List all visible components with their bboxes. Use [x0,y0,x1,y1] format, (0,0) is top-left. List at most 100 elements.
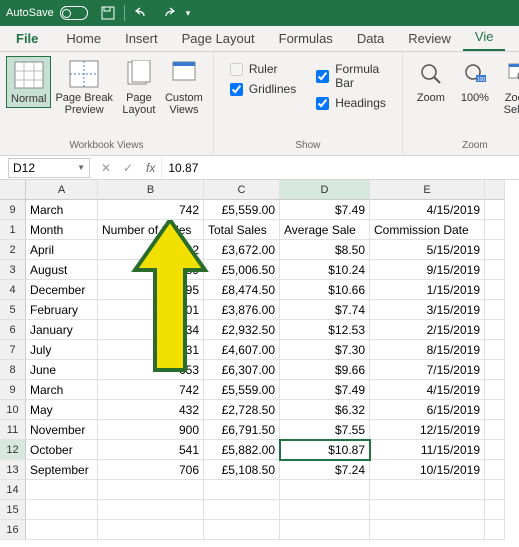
cell[interactable]: March [26,380,98,400]
cell[interactable]: £8,474.50 [204,280,280,300]
col-head-F[interactable] [485,180,505,200]
cell[interactable] [485,460,505,480]
row-head[interactable]: 7 [0,340,26,360]
formula-bar-checkbox[interactable]: Formula Bar [316,62,386,90]
cell[interactable]: February [26,300,98,320]
row-head[interactable]: 6 [0,320,26,340]
cell[interactable] [485,380,505,400]
cell[interactable]: 7/15/2019 [370,360,485,380]
tab-page-layout[interactable]: Page Layout [170,27,267,51]
cell[interactable] [485,280,505,300]
cell[interactable]: $9.66 [280,360,370,380]
cell[interactable]: 742 [98,380,204,400]
chevron-down-icon[interactable]: ▼ [77,163,85,172]
cell[interactable] [485,220,505,240]
row-head[interactable]: 8 [0,360,26,380]
cell[interactable] [485,500,505,520]
cell[interactable] [98,480,204,500]
cell[interactable]: £5,559.00 [204,200,280,220]
cell[interactable]: 3/15/2019 [370,300,485,320]
row-head[interactable]: 9 [0,200,26,220]
col-head-D[interactable]: D [280,180,370,200]
cell[interactable] [98,500,204,520]
cell[interactable] [204,480,280,500]
page-layout-button[interactable]: Page Layout [117,56,161,118]
cell[interactable]: 9/15/2019 [370,260,485,280]
cell[interactable]: $8.50 [280,240,370,260]
cell[interactable]: January [26,320,98,340]
autosave-toggle[interactable] [60,6,88,20]
cell[interactable] [280,500,370,520]
cell[interactable]: 11/15/2019 [370,440,485,460]
zoom-button[interactable]: Zoom [409,56,453,106]
tab-home[interactable]: Home [54,27,113,51]
cell[interactable]: $10.66 [280,280,370,300]
row-head[interactable]: 12 [0,440,26,460]
cell[interactable]: 6/15/2019 [370,400,485,420]
tab-file[interactable]: File [12,27,54,51]
tab-insert[interactable]: Insert [113,27,170,51]
cell[interactable]: 795 [98,280,204,300]
cell[interactable]: 432 [98,400,204,420]
col-head-E[interactable]: E [370,180,485,200]
row-head[interactable]: 2 [0,240,26,260]
cell[interactable]: 631 [98,340,204,360]
cell[interactable] [485,420,505,440]
custom-views-button[interactable]: Custom Views [161,56,207,118]
cell[interactable] [485,440,505,460]
row-head[interactable]: 3 [0,260,26,280]
cell[interactable]: October [26,440,98,460]
cell[interactable] [26,500,98,520]
cell[interactable]: $7.74 [280,300,370,320]
cell[interactable]: $6.32 [280,400,370,420]
row-head[interactable]: 4 [0,280,26,300]
cell[interactable]: Number of Sales [98,220,204,240]
cell[interactable]: 5/15/2019 [370,240,485,260]
cell[interactable]: December [26,280,98,300]
cell[interactable]: 8/15/2019 [370,340,485,360]
cell[interactable]: $10.24 [280,260,370,280]
cell[interactable]: 900 [98,420,204,440]
cell[interactable] [485,340,505,360]
cell[interactable] [370,520,485,540]
cell[interactable]: $7.30 [280,340,370,360]
cell[interactable] [370,500,485,520]
cell[interactable]: $7.49 [280,200,370,220]
formula-input[interactable]: 10.87 [161,156,519,179]
cell[interactable]: $7.49 [280,380,370,400]
cell[interactable]: £6,307.00 [204,360,280,380]
cell[interactable]: $7.24 [280,460,370,480]
ruler-checkbox[interactable]: Ruler [230,62,296,76]
cell[interactable]: $10.87 [280,440,370,460]
cell[interactable] [280,480,370,500]
cell[interactable]: 2/15/2019 [370,320,485,340]
zoom-100-button[interactable]: 100 100% [453,56,497,106]
undo-icon[interactable] [134,6,150,20]
col-head-C[interactable]: C [204,180,280,200]
cell[interactable]: £5,559.00 [204,380,280,400]
cell[interactable] [485,400,505,420]
normal-view-button[interactable]: Normal [6,56,51,108]
name-box[interactable]: D12 ▼ [8,158,90,178]
cell[interactable] [204,520,280,540]
cell[interactable]: 234 [98,320,204,340]
qat-customize-icon[interactable]: ▾ [186,8,191,19]
cell[interactable]: 501 [98,300,204,320]
cell[interactable]: Commission Date [370,220,485,240]
enter-icon[interactable]: ✓ [120,161,136,175]
row-head[interactable]: 16 [0,520,26,540]
cell[interactable] [280,520,370,540]
cell[interactable]: $12.53 [280,320,370,340]
page-break-button[interactable]: Page Break Preview [51,56,116,118]
cell[interactable] [98,520,204,540]
cell[interactable]: £5,006.50 [204,260,280,280]
cell[interactable]: 541 [98,440,204,460]
cell[interactable] [485,480,505,500]
col-head-A[interactable]: A [26,180,98,200]
cell[interactable]: £2,932.50 [204,320,280,340]
cell[interactable]: $7.55 [280,420,370,440]
row-head[interactable]: 13 [0,460,26,480]
cell[interactable] [370,480,485,500]
cell[interactable]: Total Sales [204,220,280,240]
cell[interactable]: June [26,360,98,380]
